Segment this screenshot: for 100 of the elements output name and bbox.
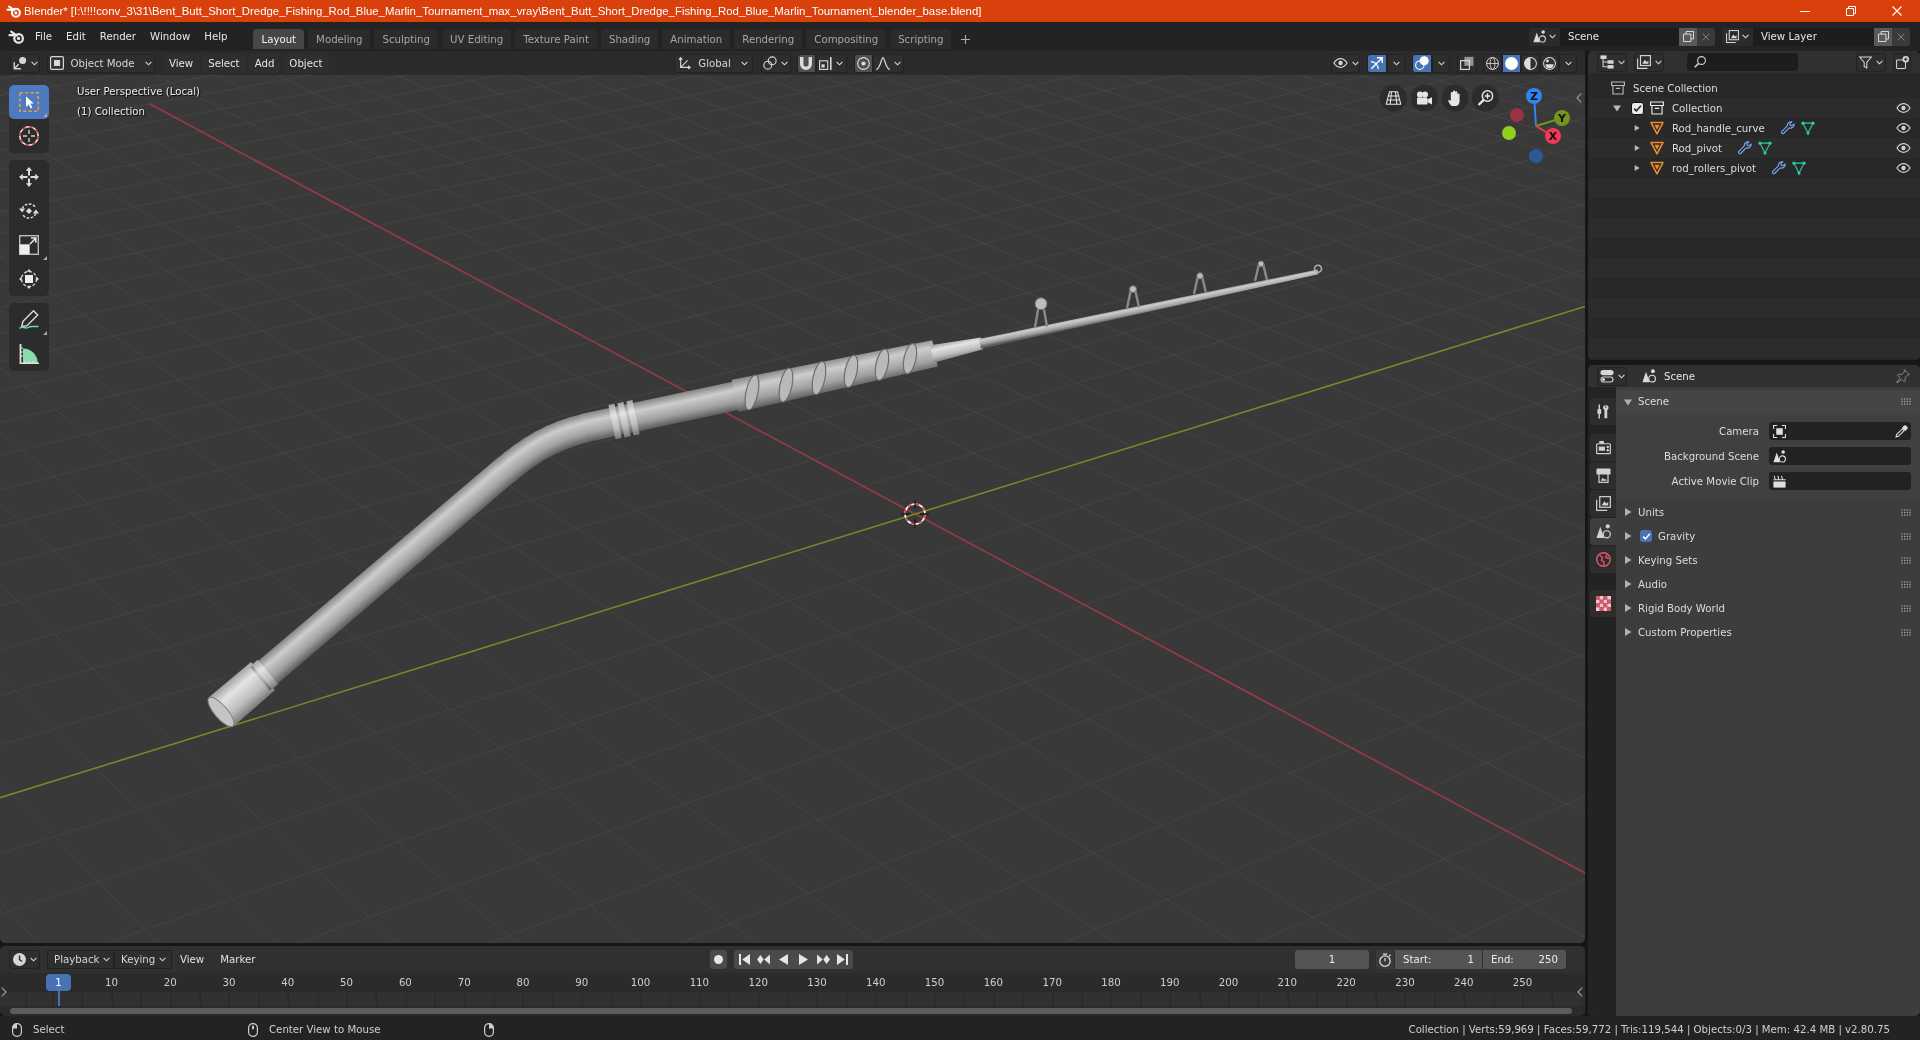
panel-title[interactable]: Units bbox=[1638, 506, 1665, 518]
panel-title[interactable]: Keying Sets bbox=[1638, 554, 1698, 566]
workspace-tab[interactable]: Rendering bbox=[734, 29, 803, 49]
chevron-icon[interactable] bbox=[1577, 93, 1582, 103]
xray-toggle[interactable] bbox=[1457, 53, 1477, 73]
overlays-dropdown[interactable] bbox=[1432, 53, 1450, 73]
menu-item[interactable]: View bbox=[172, 950, 213, 969]
falloff-dropdown[interactable] bbox=[872, 53, 904, 73]
current-frame-marker[interactable]: 1 bbox=[46, 974, 71, 991]
pin-icon[interactable] bbox=[1896, 369, 1910, 383]
properties-tab[interactable] bbox=[1590, 398, 1616, 425]
tree-item-label[interactable]: Scene Collection bbox=[1633, 82, 1718, 94]
shading-mode-button[interactable] bbox=[1502, 53, 1521, 73]
chevron-icon[interactable] bbox=[1, 987, 7, 997]
panel-title[interactable]: Audio bbox=[1638, 578, 1667, 590]
pivot-point-dropdown[interactable] bbox=[760, 53, 791, 73]
disclosure-triangle-icon[interactable] bbox=[1613, 104, 1621, 112]
delete-scene-button[interactable] bbox=[1697, 27, 1715, 46]
disclosure-triangle-icon[interactable] bbox=[1624, 556, 1632, 564]
new-view-layer-button[interactable] bbox=[1874, 27, 1892, 46]
auto-keying-button[interactable] bbox=[710, 950, 728, 969]
drag-handle-icon[interactable] bbox=[1901, 508, 1911, 516]
drag-handle-icon[interactable] bbox=[1901, 580, 1911, 588]
y-axis-gizmo-handle[interactable]: Y bbox=[1535, 110, 1570, 127]
panel-title[interactable]: Gravity bbox=[1658, 530, 1696, 542]
camera-view-button[interactable] bbox=[1411, 84, 1438, 112]
end-frame-field[interactable]: End: 250 bbox=[1483, 950, 1566, 969]
playhead-line[interactable] bbox=[57, 991, 60, 1006]
properties-tab[interactable] bbox=[1590, 434, 1616, 461]
editor-type-button[interactable] bbox=[1597, 52, 1627, 72]
menu-item[interactable]: Help bbox=[197, 25, 235, 48]
pan-view-button[interactable] bbox=[1441, 84, 1469, 112]
checkbox[interactable] bbox=[1630, 101, 1644, 115]
new-scene-button[interactable] bbox=[1679, 27, 1697, 46]
workspace-tab[interactable]: UV Editing bbox=[442, 29, 512, 49]
eyedropper-icon[interactable] bbox=[1895, 424, 1908, 438]
drag-handle-icon[interactable] bbox=[1901, 532, 1911, 540]
eye-icon[interactable] bbox=[1896, 103, 1911, 113]
tree-item-label[interactable]: Rod_handle_curve bbox=[1672, 122, 1765, 134]
disclosure-triangle-icon[interactable] bbox=[1634, 125, 1640, 131]
workspace-tab[interactable]: Compositing bbox=[806, 29, 887, 49]
workspace-tab[interactable]: Shading bbox=[600, 29, 659, 49]
eye-icon[interactable] bbox=[1896, 163, 1911, 173]
movie-clip-field[interactable] bbox=[1769, 472, 1911, 490]
mode-dropdown[interactable]: Object Mode bbox=[47, 53, 155, 73]
start-frame-field[interactable]: Start: 1 bbox=[1395, 950, 1482, 969]
mesh-triangle-icon[interactable] bbox=[1792, 161, 1807, 175]
z-axis-gizmo-handle[interactable]: Z bbox=[1526, 88, 1542, 127]
disclosure-triangle-icon[interactable] bbox=[1634, 165, 1640, 171]
object-field[interactable] bbox=[1769, 422, 1911, 440]
view-layer-name-field[interactable]: View Layer bbox=[1753, 27, 1874, 46]
workspace-tab[interactable]: Texture Paint bbox=[515, 29, 597, 49]
mesh-triangle-icon[interactable] bbox=[1757, 141, 1772, 155]
snap-toggle[interactable] bbox=[796, 53, 816, 73]
overlays-toggle[interactable] bbox=[1412, 53, 1432, 73]
eye-icon[interactable] bbox=[1896, 123, 1911, 133]
properties-tab[interactable] bbox=[1590, 590, 1616, 617]
menu-item[interactable]: Marker bbox=[212, 950, 264, 969]
workspace-tab[interactable]: Layout bbox=[253, 29, 305, 49]
shading-mode-button[interactable] bbox=[1521, 53, 1540, 73]
shading-dropdown[interactable] bbox=[1559, 53, 1577, 73]
workspace-tab[interactable]: Animation bbox=[662, 29, 731, 49]
menu-item[interactable]: Render bbox=[92, 25, 144, 48]
properties-tab[interactable] bbox=[1590, 518, 1616, 545]
z-negative-gizmo-handle[interactable] bbox=[1529, 149, 1543, 163]
wrench-icon[interactable] bbox=[1737, 141, 1752, 155]
drag-handle-icon[interactable] bbox=[1901, 628, 1911, 636]
properties-tab[interactable] bbox=[1590, 462, 1616, 489]
drag-handle-icon[interactable] bbox=[1901, 398, 1911, 405]
disclosure-triangle-icon[interactable] bbox=[1624, 397, 1632, 406]
delete-view-layer-button[interactable] bbox=[1892, 27, 1910, 46]
drag-handle-icon[interactable] bbox=[1901, 556, 1911, 564]
menu-item[interactable]: Window bbox=[143, 25, 198, 48]
perspective-toggle-button[interactable] bbox=[1380, 84, 1407, 112]
drag-handle-icon[interactable] bbox=[1901, 604, 1911, 612]
snap-target-dropdown[interactable] bbox=[815, 53, 847, 73]
selectability-dropdown[interactable] bbox=[1331, 53, 1360, 73]
editor-type-button[interactable] bbox=[9, 950, 40, 969]
chevron-icon[interactable] bbox=[1577, 987, 1583, 997]
menu-dropdown[interactable]: Keying bbox=[114, 950, 172, 969]
workspace-tab[interactable]: Scripting bbox=[890, 29, 952, 49]
disclosure-triangle-icon[interactable] bbox=[1624, 628, 1632, 636]
menu-item[interactable]: File bbox=[28, 25, 60, 48]
disclosure-triangle-icon[interactable] bbox=[1634, 145, 1640, 151]
tree-item-label[interactable]: Collection bbox=[1672, 102, 1723, 114]
current-frame-field[interactable]: 1 bbox=[1295, 950, 1369, 969]
panel-title[interactable]: Scene bbox=[1638, 396, 1670, 407]
search-field[interactable] bbox=[1687, 53, 1798, 71]
zoom-view-button[interactable] bbox=[1472, 84, 1499, 112]
tree-item-label[interactable]: rod_rollers_pivot bbox=[1672, 162, 1757, 174]
menu-item[interactable]: Edit bbox=[59, 25, 93, 48]
select-box-tool[interactable] bbox=[9, 85, 49, 119]
scene-browse-button[interactable] bbox=[1529, 27, 1560, 46]
mesh-triangle-icon[interactable] bbox=[1800, 121, 1815, 135]
menu-dropdown[interactable]: Playback bbox=[47, 950, 114, 969]
display-mode-dropdown[interactable] bbox=[1634, 52, 1664, 72]
disclosure-triangle-icon[interactable] bbox=[1624, 532, 1632, 540]
y-negative-gizmo-handle[interactable] bbox=[1502, 126, 1516, 140]
wrench-icon[interactable] bbox=[1772, 161, 1787, 175]
workspace-tab[interactable]: Modeling bbox=[308, 29, 371, 49]
